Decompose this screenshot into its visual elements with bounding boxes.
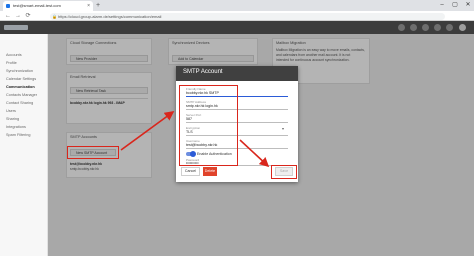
close-tab-icon[interactable]: × xyxy=(87,1,90,11)
maximize-button[interactable]: ▢ xyxy=(449,0,461,11)
sidebar-item-integrations[interactable]: Integrations xyxy=(6,125,26,129)
sidebar-item-sharing[interactable]: Sharing xyxy=(6,117,19,121)
help-icon[interactable] xyxy=(434,24,441,31)
favicon-icon xyxy=(6,4,10,8)
search-icon[interactable] xyxy=(398,24,405,31)
sidebar-item-accounts[interactable]: Accounts xyxy=(6,53,22,57)
sidebar-item-spam-filtering[interactable]: Spam Filtering xyxy=(6,133,30,137)
address-text: https://cloud.group-alarm.de/settings/co… xyxy=(58,13,162,19)
cancel-button[interactable]: Cancel xyxy=(181,167,200,176)
lock-icon: 🔒 xyxy=(52,13,57,19)
sidebar-item-calendar-settings[interactable]: Calendar Settings xyxy=(6,77,36,81)
address-bar[interactable]: 🔒 https://cloud.group-alarm.de/settings/… xyxy=(50,12,445,20)
forward-button[interactable]: → xyxy=(14,11,22,21)
browser-tab-title: test@smart-email-test.com xyxy=(13,3,61,8)
highlight-new-smtp-button xyxy=(67,146,119,159)
app-logo xyxy=(4,25,28,30)
avatar[interactable] xyxy=(459,24,466,31)
sidebar-item-contacts-manager[interactable]: Contacts Manager xyxy=(6,93,37,97)
minimize-button[interactable]: – xyxy=(436,0,448,11)
reload-button[interactable]: ⟳ xyxy=(24,11,32,21)
sidebar-item-communication[interactable]: Communication xyxy=(6,85,35,89)
sidebar-item-synchronization[interactable]: Synchronization xyxy=(6,69,33,73)
settings-icon[interactable] xyxy=(446,24,453,31)
back-button[interactable]: ← xyxy=(4,11,12,21)
highlight-form-fields xyxy=(179,85,238,166)
sidebar-item-contact-sharing[interactable]: Contact Sharing xyxy=(6,101,33,105)
close-window-button[interactable]: ✕ xyxy=(462,0,474,11)
browser-tab[interactable]: test@smart-email-test.com × xyxy=(3,1,93,11)
apps-icon[interactable] xyxy=(422,24,429,31)
modal-title: SMTP Account xyxy=(183,69,223,75)
highlight-save-button xyxy=(271,165,297,179)
chevron-down-icon[interactable]: ▾ xyxy=(282,126,284,131)
new-tab-button[interactable]: + xyxy=(96,1,100,10)
sidebar: Accounts Profile Synchronization Calenda… xyxy=(0,34,48,256)
delete-button[interactable]: Delete xyxy=(203,167,217,176)
sidebar-item-profile[interactable]: Profile xyxy=(6,61,17,65)
sidebar-item-users[interactable]: Users xyxy=(6,109,16,113)
notifications-icon[interactable] xyxy=(410,24,417,31)
